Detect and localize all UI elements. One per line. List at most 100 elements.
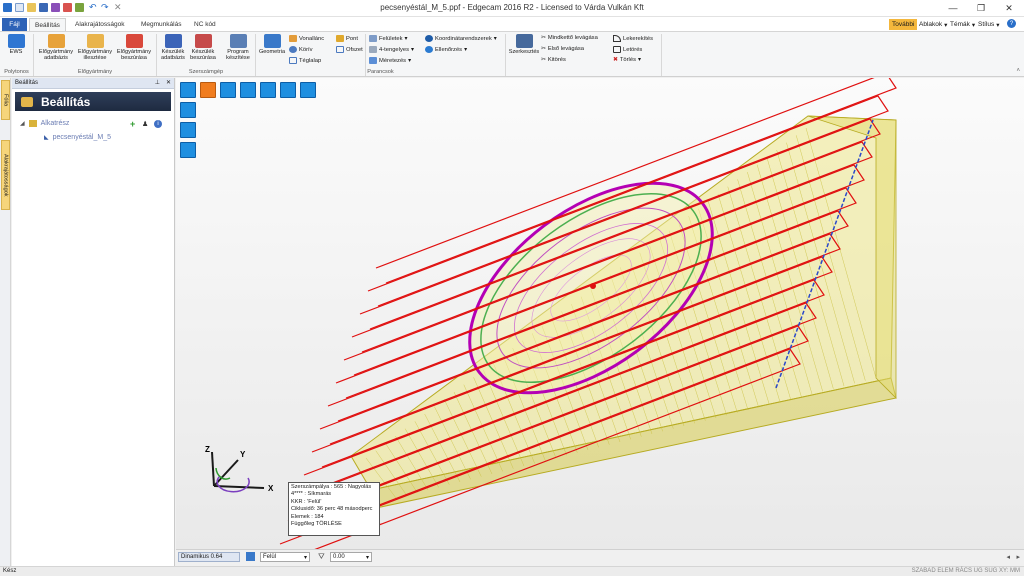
style-menu[interactable]: Stílus ▾ xyxy=(978,19,1000,30)
polyline-icon xyxy=(289,35,297,42)
chamfer-button[interactable]: Letörés xyxy=(613,46,642,53)
stock-database-button[interactable]: Előgyártmány adatbázis xyxy=(36,34,76,61)
point-label: Pont xyxy=(346,35,358,42)
themes-menu[interactable]: Témák ▾ xyxy=(950,19,975,30)
coordinate-systems-label: Koordinátarendszerek xyxy=(435,35,492,42)
status-indicators: SZABAD ELEM RÁCS UG SUG XY: MM xyxy=(911,568,1020,574)
chevron-down-icon: ▾ xyxy=(365,555,369,561)
fillet-button[interactable]: Lekerekítés xyxy=(613,35,653,42)
tab-layers[interactable]: Fólia xyxy=(1,80,10,120)
rectangle-button[interactable]: Téglalap xyxy=(289,57,321,64)
chevron-down-icon: ▾ xyxy=(464,46,467,53)
restore-button[interactable]: ❐ xyxy=(967,0,995,16)
edit-label: Szerkesztés xyxy=(508,49,540,55)
fillet-label: Lekerekítés xyxy=(623,35,653,42)
edit-button[interactable]: Szerkesztés xyxy=(507,34,541,55)
stock-fit-button[interactable]: Előgyártmány illesztése xyxy=(76,34,114,61)
tree-item-part[interactable]: ◢ Alkatrész + ♟ i xyxy=(20,119,162,129)
pin-icon[interactable]: ⊥ xyxy=(155,79,160,86)
axis-z-label: Z xyxy=(205,445,210,454)
surface-icon xyxy=(369,35,377,42)
trim-icon: ✂ xyxy=(541,46,546,52)
themes-label: Témák xyxy=(950,21,970,28)
break-button[interactable]: ✂ Kitörés xyxy=(541,57,566,63)
status-bar: Kész SZABAD ELEM RÁCS UG SUG XY: MM xyxy=(0,566,1024,576)
chamfer-icon xyxy=(613,46,621,53)
program-icon xyxy=(229,34,247,48)
part-icon xyxy=(28,120,37,127)
tree-item-part-label: Alkatrész xyxy=(40,120,70,127)
geometry-button[interactable]: Geometria xyxy=(257,34,287,55)
scroll-left-icon[interactable]: ◂ xyxy=(1006,553,1010,561)
info-icon[interactable]: i xyxy=(154,119,162,128)
coordinate-systems-button[interactable]: Koordinátarendszerek ▾ xyxy=(425,35,497,42)
depth-select[interactable]: 0.00 ▾ xyxy=(330,552,372,562)
create-program-button[interactable]: Program készítése xyxy=(222,34,254,61)
trim-both-button[interactable]: ✂ Mindkettő levágása xyxy=(541,35,598,41)
model-icon: ◣ xyxy=(44,135,49,141)
arc-button[interactable]: Körív xyxy=(289,46,313,53)
pencil-icon xyxy=(263,34,281,48)
scroll-right-icon[interactable]: ▸ xyxy=(1016,553,1020,561)
help-icon[interactable]: ? xyxy=(1007,19,1016,28)
tab-file[interactable]: Fájl xyxy=(2,18,27,31)
group-separator xyxy=(505,34,506,76)
tab-nc-code[interactable]: NC kód xyxy=(189,18,221,31)
view-select-value: Felül xyxy=(263,554,277,560)
group-label-commands: Parancsok xyxy=(367,69,394,75)
depth-select-value: 0.00 xyxy=(333,554,345,560)
tab-setup[interactable]: Beállítás xyxy=(29,18,66,31)
chevron-down-icon: ▾ xyxy=(944,21,948,29)
style-label: Stílus xyxy=(978,21,995,28)
setup-icon xyxy=(21,96,33,107)
view-orient-icon[interactable] xyxy=(246,552,255,561)
delete-button[interactable]: ✖ Törlés ▾ xyxy=(613,57,641,63)
panel-header: Beállítás ⊥ ✕ xyxy=(12,78,174,89)
four-axis-button[interactable]: 4-tengelyes ▾ xyxy=(369,46,414,53)
fillet-icon xyxy=(613,35,621,42)
axis-y-label: Y xyxy=(240,450,246,459)
more-label: További xyxy=(892,21,915,28)
point-button[interactable]: Pont xyxy=(336,35,358,42)
ews-button[interactable]: EWS xyxy=(4,34,28,55)
check-button[interactable]: Ellenőrzés ▾ xyxy=(425,46,467,53)
expand-icon[interactable]: ◢ xyxy=(20,120,25,127)
windows-menu[interactable]: Ablakok ▾ xyxy=(919,19,947,30)
tab-features-side[interactable]: Alakrajátosságok xyxy=(1,140,10,210)
trim-first-label: Első levágása xyxy=(547,46,584,52)
minimize-button[interactable]: — xyxy=(939,0,967,16)
3d-viewport[interactable]: X Z Y Szerszámpálya : 565 : Nagyolás 4**… xyxy=(176,78,1024,549)
info-line: Függőleg TÖRLÉSE xyxy=(291,521,342,528)
tree-item-file-label: pecsenyéstál_M_5 xyxy=(52,134,111,141)
add-icon[interactable]: + xyxy=(130,119,135,129)
trim-first-button[interactable]: ✂ Első levágása xyxy=(541,46,584,52)
axis-x-label: X xyxy=(268,484,274,493)
tab-machining[interactable]: Megmunkálás xyxy=(136,18,186,31)
collapse-ribbon-icon[interactable]: ˄ xyxy=(1016,68,1020,74)
user-icon[interactable]: ♟ xyxy=(142,120,148,128)
stock-insert-button[interactable]: Előgyártmány beszúrása xyxy=(114,34,154,61)
surfaces-button[interactable]: Felületek ▾ xyxy=(369,35,407,42)
rectangle-icon xyxy=(289,57,297,64)
offset-button[interactable]: Ofszet xyxy=(336,46,363,53)
filter-icon[interactable]: ⛛ xyxy=(318,552,325,562)
left-side-tabs: Fólia Alakrajátosságok xyxy=(0,78,11,567)
surfaces-label: Felületek xyxy=(379,35,403,42)
fixture-database-label: Készülék adatbázis xyxy=(161,49,185,61)
stock-insert-label: Előgyártmány beszúrása xyxy=(116,49,152,61)
polyline-button[interactable]: Vonallánc xyxy=(289,35,324,42)
dynamic-rotate-field[interactable]: Dinamikus 0.64 xyxy=(178,552,240,562)
four-axis-label: 4-tengelyes xyxy=(379,46,409,53)
more-button[interactable]: További xyxy=(889,19,918,30)
view-select[interactable]: Felül ▾ xyxy=(260,552,310,562)
fixture-database-button[interactable]: Készülék adatbázis xyxy=(158,34,188,61)
dimensioning-button[interactable]: Méretezés ▾ xyxy=(369,57,411,64)
fixture-insert-button[interactable]: Készülék beszúrása xyxy=(188,34,218,61)
close-button[interactable]: ✕ xyxy=(995,0,1023,16)
close-icon[interactable]: ✕ xyxy=(166,79,171,86)
check-label: Ellenőrzés xyxy=(435,46,463,53)
chevron-down-icon: ▾ xyxy=(410,46,414,53)
tab-features[interactable]: Alakrajátosságok xyxy=(70,18,130,31)
arc-icon xyxy=(289,46,297,53)
tree-item-file[interactable]: ◣ pecsenyéstál_M_5 xyxy=(44,134,111,141)
